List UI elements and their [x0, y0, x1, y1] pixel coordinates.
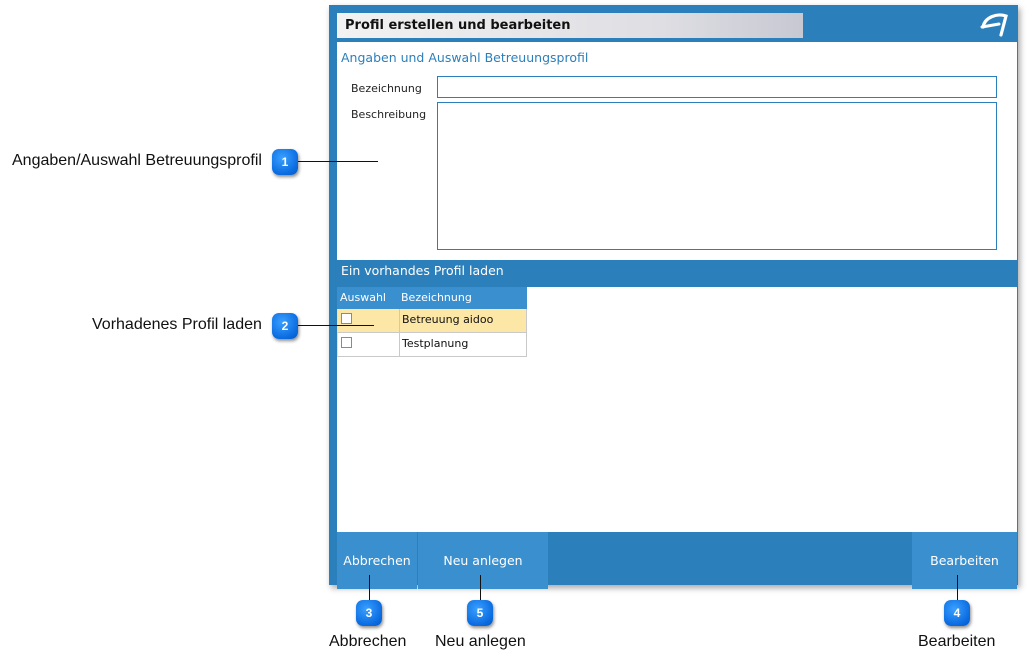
profile-name-cell: Testplanung: [402, 337, 469, 350]
edit-button[interactable]: Bearbeiten: [912, 532, 1017, 589]
callout-label-1: Angaben/Auswahl Betreuungsprofil: [12, 152, 262, 169]
callout-badge-1: 1: [272, 149, 298, 175]
profile-list-panel: Auswahl Bezeichnung Betreuung aidoo Test…: [337, 287, 1017, 532]
description-textarea[interactable]: [437, 102, 997, 250]
callout-line-1: [298, 161, 378, 162]
table-row[interactable]: Betreuung aidoo: [337, 309, 527, 333]
callout-line-3: [369, 575, 370, 601]
callout-badge-2: 2: [272, 313, 298, 339]
load-profile-section-title: Ein vorhandes Profil laden: [341, 263, 504, 278]
callout-badge-4: 4: [944, 600, 970, 626]
callout-badge-3: 3: [356, 600, 382, 626]
table-header: Auswahl Bezeichnung: [337, 287, 527, 309]
column-header-bezeichnung: Bezeichnung: [401, 291, 472, 304]
cancel-button[interactable]: Abbrechen: [337, 532, 417, 589]
profile-table: Auswahl Bezeichnung Betreuung aidoo Test…: [337, 287, 527, 357]
button-bar: Abbrechen Neu anlegen Bearbeiten: [337, 532, 1017, 589]
description-label: Beschreibung: [351, 108, 427, 121]
profile-name-cell: Betreuung aidoo: [402, 313, 494, 326]
create-new-button[interactable]: Neu anlegen: [418, 532, 548, 589]
select-checkbox[interactable]: [341, 337, 352, 348]
profile-dialog: Profil erstellen und bearbeiten Angaben …: [329, 5, 1018, 589]
callout-label-5: Neu anlegen: [435, 633, 526, 650]
brand-logo-icon: [980, 13, 1008, 37]
callout-label-3: Abbrechen: [329, 633, 407, 650]
callout-label-4: Bearbeiten: [918, 633, 996, 650]
callout-badge-5: 5: [467, 600, 493, 626]
callout-line-5: [480, 575, 481, 601]
callout-line-2: [298, 325, 374, 326]
select-checkbox[interactable]: [341, 313, 352, 324]
callout-line-4: [957, 575, 958, 601]
details-section-title: Angaben und Auswahl Betreuungsprofil: [341, 50, 589, 65]
table-row[interactable]: Testplanung: [337, 333, 527, 357]
column-header-auswahl: Auswahl: [340, 291, 386, 304]
name-label: Bezeichnung: [351, 82, 422, 95]
callout-label-2: Vorhadenes Profil laden: [92, 316, 262, 333]
dialog-title: Profil erstellen und bearbeiten: [337, 13, 803, 38]
profile-details-panel: Angaben und Auswahl Betreuungsprofil Bez…: [337, 42, 1017, 260]
name-input[interactable]: [437, 76, 997, 98]
